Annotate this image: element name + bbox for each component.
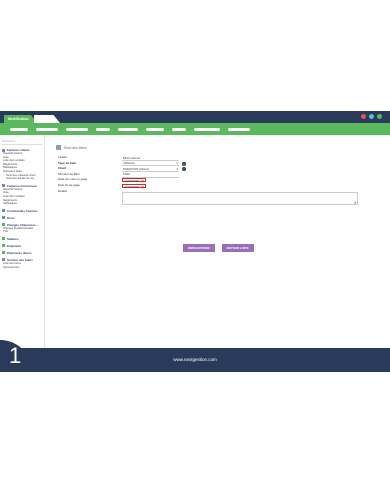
nav-item[interactable]: [228, 127, 250, 131]
section-icon: [2, 184, 5, 188]
nav-item[interactable]: [194, 127, 220, 131]
page-header: Suivi des biens: [56, 145, 87, 150]
section-icon: [2, 223, 5, 227]
nav-item[interactable]: [66, 127, 88, 131]
asset-icon: [56, 145, 61, 150]
sidebar-section-label: Dons: [7, 215, 15, 220]
resize-grip-icon[interactable]: ◢: [354, 200, 356, 204]
sidebar-section: Factures fournisseur Nouvelle facture List…: [0, 184, 44, 206]
sidebar-section: Emprunts: [0, 244, 44, 248]
detail-textarea[interactable]: ◢: [122, 191, 358, 205]
sidebar-item[interactable]: Suivi des achats de cré...: [0, 177, 44, 181]
sidebar-section: Dons: [0, 216, 44, 220]
sidebar-item[interactable]: Statistiques: [0, 202, 44, 206]
section-icon: [2, 237, 5, 241]
sidebar-section-label: Commandes fourniss: [7, 208, 38, 213]
save-button[interactable]: ENREGISTRER: [183, 244, 215, 252]
sidebar-section: Charges | Dépenses ... Charges fiscales/s…: [0, 223, 44, 234]
client-value: SOMACOS (Client): [123, 166, 149, 171]
sidebar-section: Paiements divers: [0, 251, 44, 255]
browser-tab[interactable]: [34, 115, 60, 123]
sidebar-section-label: Emprunts: [7, 243, 22, 248]
section-icon: [2, 216, 5, 220]
date-mise-field[interactable]: 17/06/2023 ▦: [122, 177, 146, 183]
sidebar-section-title[interactable]: Emprunts: [0, 244, 44, 248]
sidebar-section: Salaires: [0, 237, 44, 241]
sidebar-section-title[interactable]: Paiements divers: [0, 251, 44, 255]
app-tab[interactable]: NextGestion: [4, 115, 38, 123]
detail-label: Détails: [58, 188, 68, 193]
maximize-dot-icon[interactable]: [377, 114, 382, 119]
nav-item[interactable]: [36, 127, 58, 131]
nav-item[interactable]: [146, 127, 164, 131]
form-actions: ENREGISTRER RETOUR LISTE: [183, 244, 254, 252]
date-fin-field[interactable]: 21/06/2023 ▦: [122, 183, 146, 189]
section-icon: [2, 251, 5, 255]
app-window: NextGestion Rechercher Factures clients N…: [0, 111, 390, 372]
sidebar-item[interactable]: Nouveau bien: [0, 266, 44, 270]
nav-item[interactable]: [10, 127, 28, 131]
sidebar-search-input[interactable]: Rechercher: [2, 139, 42, 145]
sidebar-section: Gestion des biens Liste des biens Nouveau …: [0, 258, 44, 269]
sidebar-section: Commandes fourniss: [0, 209, 44, 213]
sidebar-section-title[interactable]: Commandes fourniss: [0, 209, 44, 213]
title-bar: NextGestion: [0, 111, 390, 123]
close-dot-icon[interactable]: [361, 114, 366, 119]
asset-form: Libellé Micro-pieces Type de bien Véhicu…: [58, 155, 368, 205]
footer: www.nextgestion.com: [0, 348, 390, 372]
section-icon: [2, 258, 5, 262]
sidebar-section-label: Salaires: [7, 236, 19, 241]
main-content: Suivi des biens Libellé Micro-pieces Typ…: [45, 135, 390, 348]
section-icon: [2, 244, 5, 248]
main-nav: [0, 123, 390, 135]
sidebar-section-label: Paiements divers: [7, 250, 32, 255]
sidebar-section-title[interactable]: Salaires: [0, 237, 44, 241]
type-value: Véhicule: [123, 161, 135, 166]
add-icon[interactable]: +: [182, 161, 186, 166]
chevron-down-icon: ▾: [176, 161, 178, 166]
row-detail: Détails ◢: [58, 188, 368, 205]
footer-url: www.nextgestion.com: [173, 357, 217, 362]
nav-item[interactable]: [96, 127, 110, 131]
info-icon[interactable]: i: [182, 167, 186, 172]
section-icon: [2, 209, 5, 213]
nav-item[interactable]: [172, 127, 186, 131]
page-title: Suivi des biens: [64, 145, 87, 150]
sidebar: Rechercher Factures clients Nouvelle fact…: [0, 135, 45, 348]
sidebar-section-title[interactable]: Dons: [0, 216, 44, 220]
nav-item[interactable]: [118, 127, 138, 131]
chevron-down-icon: ▾: [176, 166, 178, 171]
sidebar-item[interactable]: TVA: [0, 230, 44, 234]
sidebar-section: Factures clients Nouvelle facture Liste Lis…: [0, 148, 44, 181]
back-to-list-button[interactable]: RETOUR LISTE: [221, 244, 254, 252]
window-controls: [361, 114, 382, 119]
minimize-dot-icon[interactable]: [369, 114, 374, 119]
